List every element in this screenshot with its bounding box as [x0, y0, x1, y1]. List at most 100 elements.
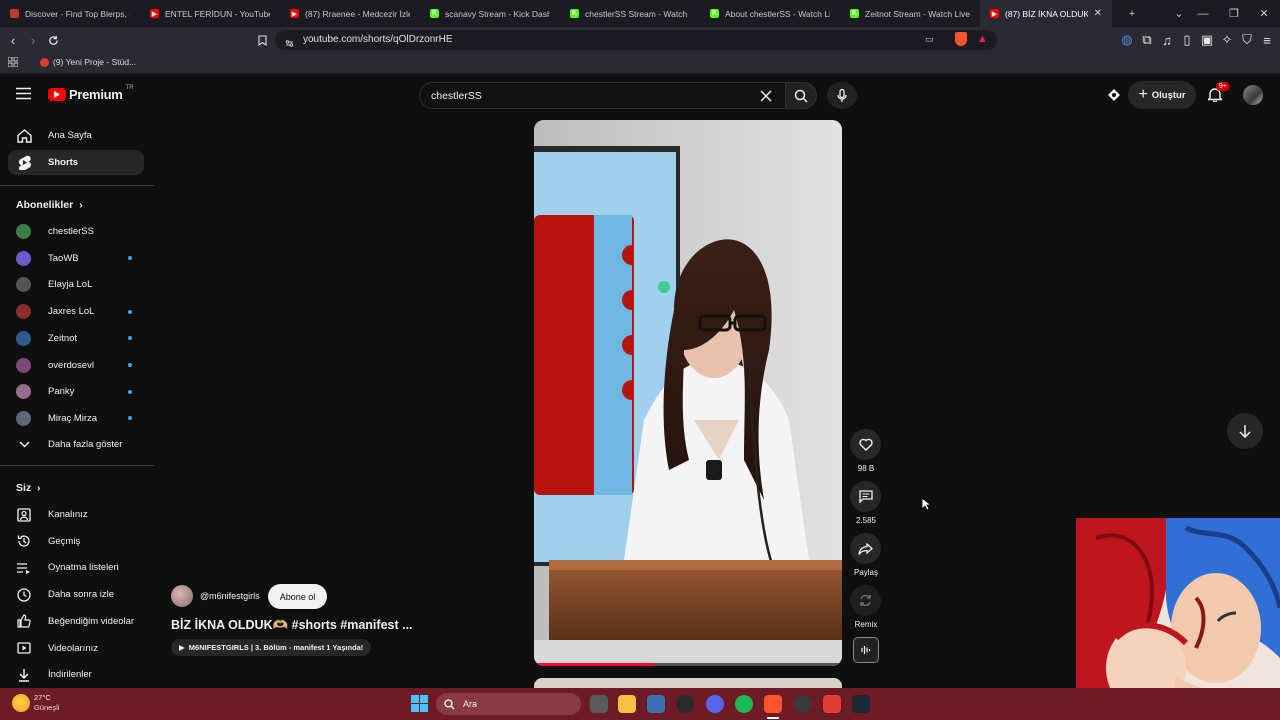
subscription-item[interactable]: TaoWB [8, 246, 144, 271]
short-title[interactable]: BİZ İKNA OLDUK🫶🏼 #shorts #manifest ... [171, 618, 413, 633]
create-button[interactable]: + Oluştur [1128, 81, 1196, 109]
search-box[interactable]: chestlerSS [419, 82, 785, 109]
subscription-item[interactable]: Panky [8, 379, 144, 404]
sidebar-item-you[interactable]: Kanalınız [8, 502, 144, 527]
sidebar-item-shorts[interactable]: Shorts [8, 150, 144, 175]
task-view-icon[interactable] [590, 695, 608, 713]
minimize-icon[interactable]: — [1187, 0, 1219, 27]
account-avatar[interactable] [1243, 85, 1263, 105]
obs-icon[interactable] [794, 695, 812, 713]
weather-widget[interactable]: 27°C Güneşli [34, 693, 59, 713]
sidebar-item-you[interactable]: Beğendiğim videolar [8, 609, 144, 634]
sidebar-item-you[interactable]: Videolarınız [8, 636, 144, 661]
new-tab-button[interactable]: + [1116, 0, 1148, 27]
remix-button[interactable] [850, 585, 881, 616]
microsoft-store-icon[interactable] [647, 695, 665, 713]
browser-tab[interactable]: ▶ (87) Rraenee - Medcezir İzlerk [280, 0, 420, 27]
extensions-puzzle-icon[interactable]: ⧉ [1138, 31, 1156, 49]
bookmark-item[interactable]: (9) Yeni Proje - Stüd... [40, 57, 136, 67]
app-icon[interactable] [823, 695, 841, 713]
apps-grid-icon[interactable] [8, 57, 18, 67]
playlist-chip[interactable]: ▶ M6NIFESTGIRLS | 3. Bölüm - manifest 1 … [171, 639, 372, 656]
media-icon[interactable]: ♫ [1158, 31, 1176, 49]
brave-browser-icon[interactable] [764, 695, 782, 713]
comments-button[interactable] [850, 481, 881, 512]
subscription-item[interactable]: overdosevl [8, 353, 144, 378]
sidebar-item-you[interactable]: Oynatma listeleri [8, 555, 144, 580]
youtube-premium-logo[interactable]: Premium TR [48, 85, 134, 102]
channel-avatar [16, 357, 31, 373]
sidebar-toggle-icon[interactable]: ▯ [1178, 31, 1196, 49]
menu-icon[interactable]: ≡ [1258, 31, 1276, 49]
weather-sun-icon[interactable] [12, 694, 30, 712]
voice-search-button[interactable] [827, 82, 857, 109]
wallet-icon[interactable]: ▣ [1198, 31, 1216, 49]
browser-tab[interactable]: K About chestlerSS - Watch Live [700, 0, 840, 27]
channel-name[interactable]: @m6nifestgirls [200, 591, 260, 601]
you-heading[interactable]: Siz › [16, 482, 41, 494]
sidebar-item-you[interactable]: İndirilenler [8, 662, 144, 687]
share-button[interactable] [850, 533, 881, 564]
subscription-item[interactable]: Miraç Mirza [8, 406, 144, 431]
brave-shield-icon[interactable] [955, 32, 967, 46]
file-explorer-icon[interactable] [618, 695, 636, 713]
next-short-button[interactable] [1227, 413, 1263, 449]
taskbar-search[interactable]: Ara [436, 693, 581, 715]
tab-favicon-icon: K [570, 9, 579, 18]
notifications-button[interactable]: 9+ [1206, 82, 1230, 107]
subscriptions-heading[interactable]: Abonelikler › [16, 199, 83, 211]
subscription-item[interactable]: Jaxres LoL [8, 299, 144, 324]
subscription-item[interactable]: Elayja LoL [8, 272, 144, 297]
comment-icon [858, 490, 873, 503]
search-button[interactable] [785, 82, 817, 109]
sidebar-item-you[interactable]: Geçmiş [8, 529, 144, 554]
start-button[interactable] [411, 695, 428, 717]
clear-search-icon[interactable] [760, 89, 772, 107]
bookmark-icon[interactable] [253, 31, 271, 49]
back-icon[interactable]: ‹ [4, 31, 22, 49]
new-content-dot [128, 416, 132, 421]
browser-tab[interactable]: Discover - Find Top Blerps, Str [0, 0, 140, 27]
forward-icon[interactable]: › [24, 31, 42, 49]
maximize-icon[interactable]: ❐ [1218, 0, 1250, 27]
channel-avatar[interactable] [171, 585, 193, 607]
leo-ai-icon[interactable]: ✧ [1218, 31, 1236, 49]
subscription-item[interactable]: Zeitnot [8, 326, 144, 351]
browser-tab[interactable]: KchestlerSS Stream - Watch Liv [560, 0, 700, 27]
sidebar-item-you[interactable]: Daha sonra izle [8, 582, 144, 607]
site-info-icon[interactable] [285, 35, 294, 53]
arrow-down-icon [1239, 424, 1251, 438]
search-input[interactable]: chestlerSS [431, 90, 482, 102]
guide-menu-icon[interactable] [16, 87, 31, 105]
weather-temp: 27°C [34, 693, 51, 702]
reload-icon[interactable] [44, 31, 62, 49]
browser-tab[interactable]: Kscanavy Stream - Kick Dashbo [420, 0, 560, 27]
cast-icon[interactable]: ▭ [925, 34, 934, 45]
close-tab-icon[interactable]: ✕ [1094, 8, 1102, 19]
like-count: 98 B [857, 464, 875, 473]
address-bar[interactable]: youtube.com/shorts/qOlDrzonrHE ▭ ▲ [275, 30, 997, 50]
browser-tab[interactable]: K Zeitnot Stream - Watch Live c [840, 0, 980, 27]
browser-tab[interactable]: ▶ (87) BİZ İKNA OLDUK ✕ [980, 0, 1112, 27]
like-button[interactable] [850, 429, 881, 460]
league-client-icon[interactable] [676, 695, 694, 713]
show-more-button[interactable]: Daha fazla göster [8, 432, 144, 457]
brave-rewards-icon[interactable]: ▲ [977, 33, 988, 45]
channel-icon [16, 507, 32, 523]
extension-icon[interactable]: ◍ [1118, 31, 1136, 49]
spotify-icon[interactable] [735, 695, 753, 713]
close-window-icon[interactable]: ✕ [1248, 0, 1280, 27]
channel-avatar [16, 330, 31, 346]
discord-icon[interactable] [706, 695, 724, 713]
short-video-player[interactable] [534, 120, 842, 666]
vpn-icon[interactable]: ⛉ [1238, 31, 1256, 49]
plus-icon: + [1138, 86, 1148, 103]
sound-button[interactable] [853, 637, 879, 663]
browser-tab[interactable]: ▶ ENTEL FERİDUN - YouTube [140, 0, 280, 27]
subscription-item[interactable]: chestlerSS [8, 219, 144, 244]
sidebar-item-home[interactable]: Ana Sayfa [8, 123, 144, 148]
channel-avatar [16, 277, 31, 293]
subscribe-button[interactable]: Abone ol [268, 584, 327, 609]
steam-icon[interactable] [852, 695, 870, 713]
cast-premium-icon[interactable] [1106, 87, 1122, 108]
